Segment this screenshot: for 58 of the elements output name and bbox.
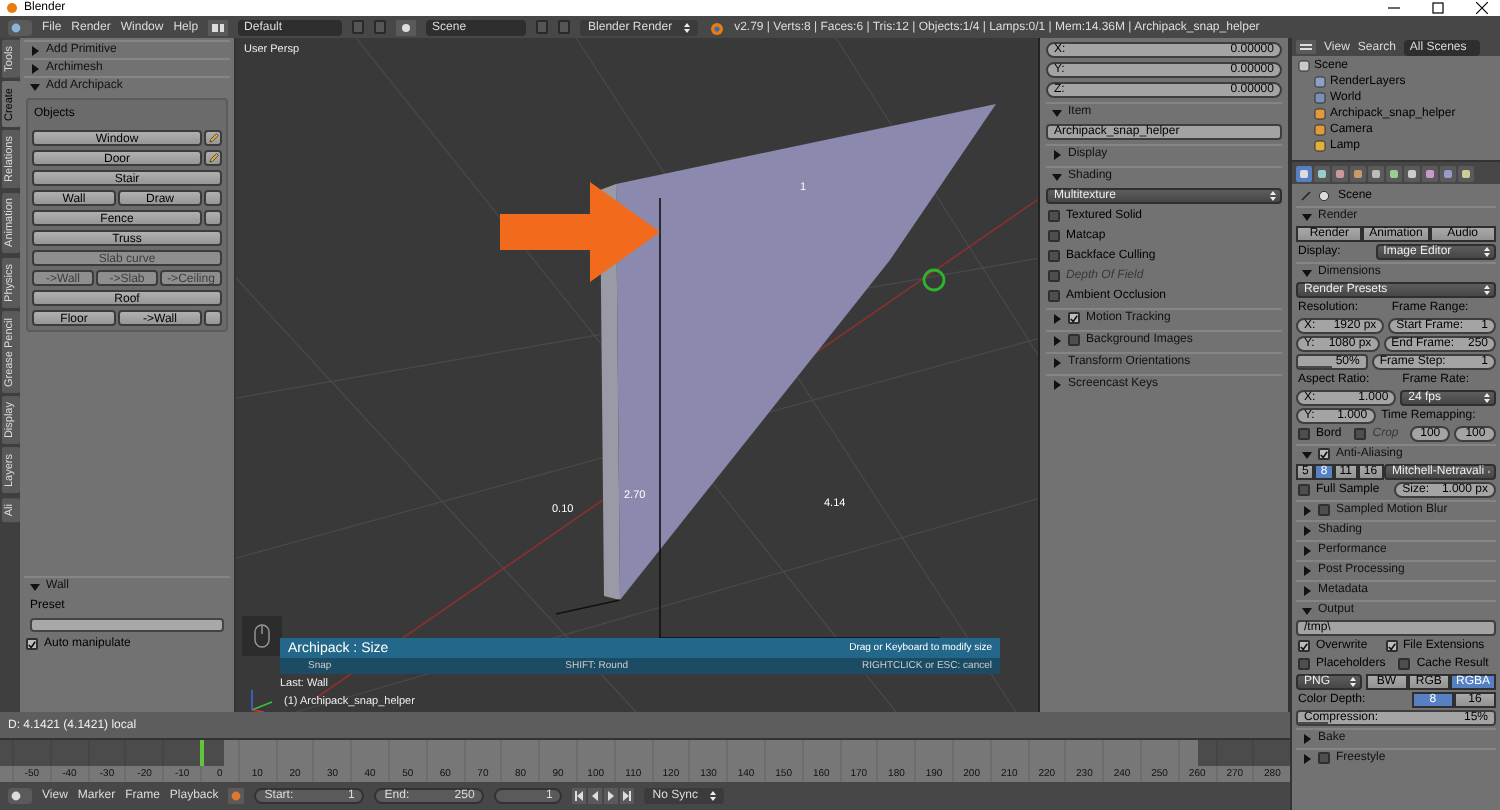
checkbox[interactable]: [1298, 658, 1310, 670]
out-of-range-shade: [1197, 740, 1290, 766]
minimize-icon[interactable]: [1388, 2, 1400, 14]
checkbox[interactable]: [1318, 448, 1330, 460]
app-logo-icon: [6, 2, 18, 14]
checkbox[interactable]: [1298, 484, 1310, 496]
current-frame-line[interactable]: [199, 740, 204, 766]
property-tab-icon[interactable]: [1350, 165, 1366, 181]
skip-end-icon[interactable]: [620, 788, 635, 804]
property-tab-icon[interactable]: [1386, 165, 1402, 181]
checkbox[interactable]: [1048, 230, 1060, 242]
blender-logo-icon: [708, 19, 725, 35]
dropdown-arrows-icon: [709, 790, 716, 802]
property-tab-icon[interactable]: [1314, 165, 1330, 181]
timeline-editor-icon[interactable]: [8, 788, 32, 804]
checkbox[interactable]: [1398, 658, 1411, 670]
checkbox[interactable]: [1318, 752, 1330, 764]
close-icon[interactable]: [1476, 2, 1488, 14]
play-reverse-icon[interactable]: [588, 788, 603, 804]
checkbox[interactable]: [1298, 428, 1310, 440]
property-tab-icon[interactable]: [1296, 165, 1312, 181]
checkbox[interactable]: [26, 638, 38, 650]
property-tab-icon[interactable]: [1368, 165, 1384, 181]
layout-icon[interactable]: [208, 19, 229, 35]
dropdown-arrows-icon: [684, 21, 691, 33]
dropdown-arrows-icon: [1484, 284, 1490, 296]
edit-button[interactable]: [204, 130, 222, 146]
checkbox[interactable]: [1048, 290, 1060, 302]
property-tab-icon[interactable]: [1422, 165, 1438, 181]
dropdown-arrows-icon: [1270, 190, 1276, 202]
info-editor-icon[interactable]: [8, 19, 32, 35]
wall-drawing[interactable]: [616, 104, 996, 600]
record-icon[interactable]: [228, 788, 245, 804]
checkbox[interactable]: [1385, 640, 1397, 652]
property-tab-icon[interactable]: [1404, 165, 1420, 181]
maximize-icon[interactable]: [1432, 2, 1444, 14]
play-icon[interactable]: [604, 788, 619, 804]
pin-icon[interactable]: [1300, 189, 1312, 201]
skip-start-icon[interactable]: [572, 788, 587, 804]
outliner-editor-icon[interactable]: [1296, 40, 1316, 54]
property-tab-icon[interactable]: [1332, 165, 1348, 181]
manipulator-circle-icon[interactable]: [922, 268, 946, 292]
options-button[interactable]: [204, 310, 222, 326]
preset-field[interactable]: [30, 618, 224, 632]
checkbox[interactable]: [1298, 640, 1310, 652]
dropdown-arrows-icon: [1484, 246, 1490, 258]
mouse-icon: [254, 624, 270, 648]
dropdown-arrows-icon: [1349, 676, 1356, 688]
checkbox[interactable]: [1048, 250, 1060, 262]
edit-button[interactable]: [204, 150, 222, 166]
dropdown-arrows-icon: [1484, 392, 1491, 404]
checkbox[interactable]: [1318, 504, 1330, 516]
property-tab-icon[interactable]: [1440, 165, 1456, 181]
axis-gizmo-icon: [251, 689, 273, 712]
property-tab-icon[interactable]: [1458, 165, 1474, 181]
checkbox[interactable]: [1068, 312, 1080, 324]
checkbox[interactable]: [1068, 334, 1080, 346]
checkbox[interactable]: [1048, 210, 1060, 222]
